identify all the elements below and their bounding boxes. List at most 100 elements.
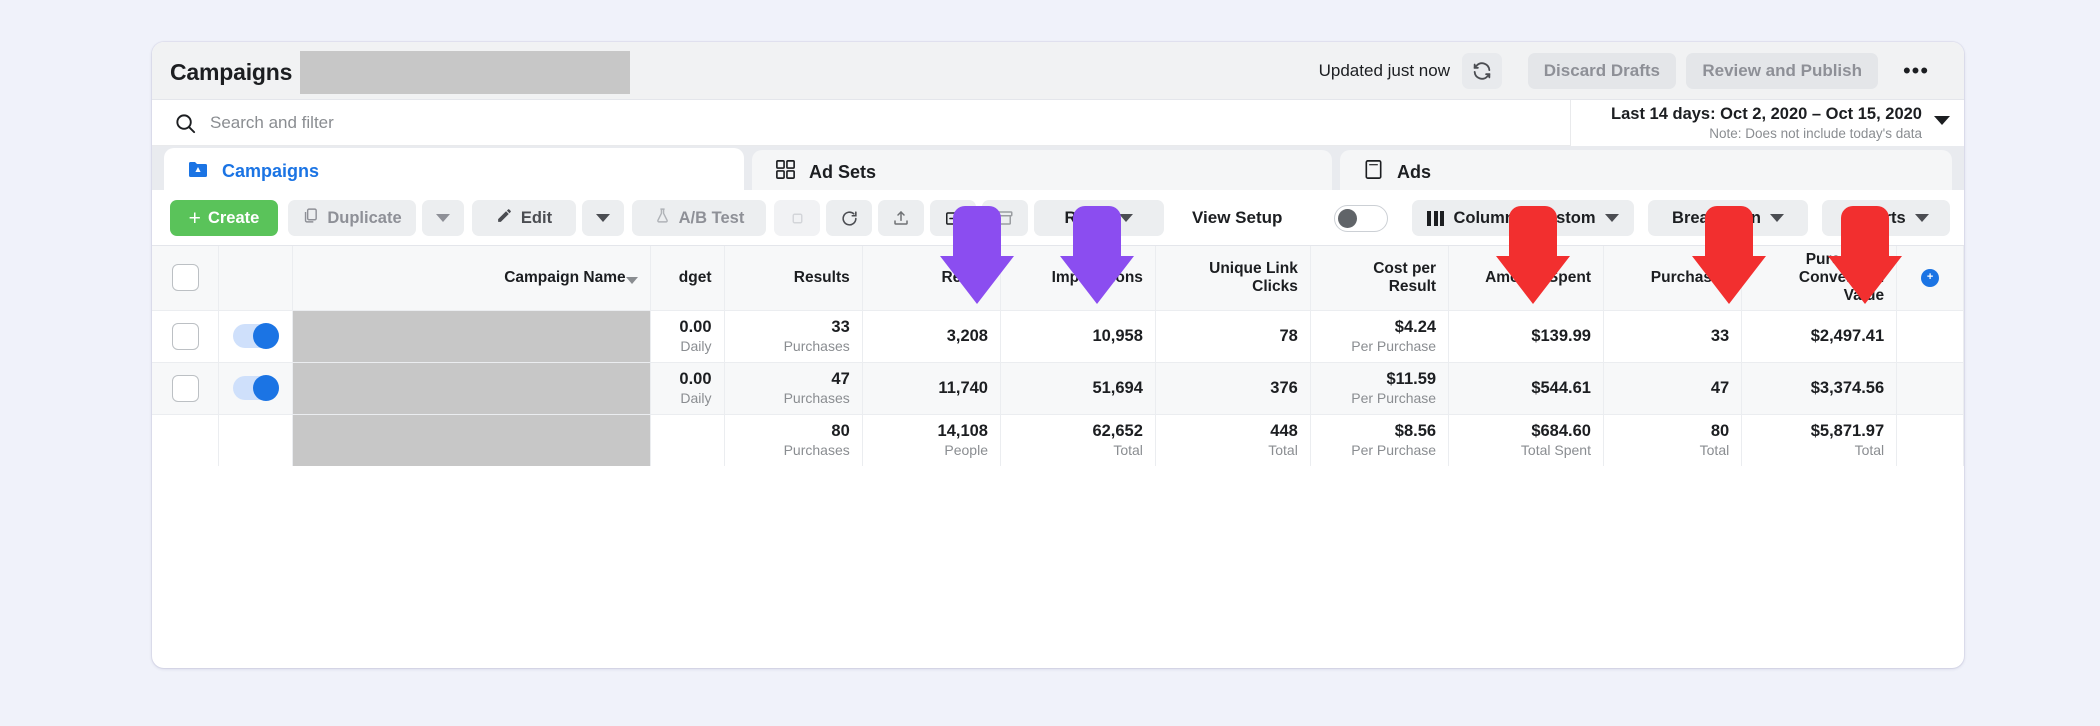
ab-test-button[interactable]: A/B Test <box>632 200 766 236</box>
rules-button[interactable]: Rules <box>1034 200 1164 236</box>
amount-spent-header[interactable]: Amount Spent <box>1448 246 1604 311</box>
refresh-icon[interactable] <box>1462 53 1502 89</box>
unique-link-clicks-cell: 78 <box>1155 310 1311 363</box>
totals-impressions-value: 62,652 <box>1092 421 1143 440</box>
campaign-status-toggle[interactable] <box>232 375 279 401</box>
purchases-cell: 33 <box>1603 310 1743 363</box>
cost-per-result-cell: $4.24 Per Purchase <box>1310 310 1450 363</box>
unique-link-clicks-header[interactable]: Unique Link Clicks <box>1155 246 1311 311</box>
refresh-circle-icon[interactable] <box>826 200 872 236</box>
purchases-conversion-value-cell: $3,374.56 <box>1741 362 1898 415</box>
create-button[interactable]: + Create <box>170 200 278 236</box>
card-header: Campaigns Updated just now Discard Draft… <box>152 42 1964 100</box>
tab-ad-sets-label: Ad Sets <box>809 161 877 182</box>
select-all-checkbox[interactable] <box>171 264 199 292</box>
tab-ads-label: Ads <box>1397 161 1432 182</box>
discard-drafts-button[interactable]: Discard Drafts <box>1527 53 1676 89</box>
export-icon[interactable] <box>878 200 924 236</box>
row-select-cell <box>152 310 220 363</box>
totals-budget-cell <box>650 414 725 466</box>
updated-status: Updated just now <box>1318 61 1450 80</box>
flask-icon <box>654 207 671 229</box>
delete-icon[interactable] <box>774 200 820 236</box>
totals-pcv-value: $5,871.97 <box>1810 421 1885 440</box>
tab-campaigns[interactable]: Campaigns <box>164 148 744 194</box>
more-options-icon[interactable]: ••• <box>1894 53 1938 89</box>
budget-cell: 0.00 Daily <box>650 310 725 363</box>
add-column-icon[interactable]: + <box>1921 268 1940 287</box>
purchases-header[interactable]: Purchases <box>1603 246 1743 311</box>
budget-sublabel: Daily <box>680 389 712 406</box>
table-row[interactable]: 0.00 Daily 33 Purchases 3,208 10,958 78 … <box>152 310 1964 363</box>
campaign-name-cell <box>292 310 651 363</box>
totals-cpr-cell: $8.56 Per Purchase <box>1310 414 1450 466</box>
search-row: Last 14 days: Oct 2, 2020 – Oct 15, 2020… <box>152 100 1964 146</box>
budget-value: 0.00 <box>679 317 712 336</box>
add-column-header[interactable]: + <box>1896 246 1964 311</box>
row-checkbox[interactable] <box>171 322 199 350</box>
amount-spent-cell: $139.99 <box>1448 310 1604 363</box>
edit-dropdown-button[interactable] <box>582 200 624 236</box>
edit-button-label: Edit <box>520 208 553 227</box>
purchases-conversion-value-header[interactable]: Purchases Conversion Value <box>1741 246 1898 311</box>
amount-spent-cell: $544.61 <box>1448 362 1604 415</box>
view-setup-toggle[interactable] <box>1334 205 1388 232</box>
totals-purchases-cell: 80 Total <box>1603 414 1743 466</box>
totals-cpr-value: $8.56 <box>1394 421 1437 440</box>
edit-button[interactable]: Edit <box>472 200 576 236</box>
campaign-name-header[interactable]: Campaign Name <box>292 246 651 311</box>
duplicate-button[interactable]: Duplicate <box>288 200 416 236</box>
totals-pcv-cell: $5,871.97 Total <box>1741 414 1898 466</box>
results-value: 33 <box>831 317 850 336</box>
totals-clicks-sublabel: Total <box>1268 442 1298 459</box>
page-title: Campaigns <box>170 59 293 85</box>
totals-name-cell <box>292 414 651 466</box>
import-icon[interactable] <box>930 200 976 236</box>
budget-value: 0.00 <box>679 369 712 388</box>
table-row[interactable]: 0.00 Daily 47 Purchases 11,740 51,694 37… <box>152 362 1964 415</box>
tab-ad-sets[interactable]: Ad Sets <box>752 150 1332 194</box>
campaign-name-cell <box>292 362 651 415</box>
columns-button-label: Columns: Custom <box>1453 208 1596 227</box>
columns-custom-button[interactable]: Columns: Custom <box>1412 200 1634 236</box>
review-and-publish-button[interactable]: Review and Publish <box>1686 53 1878 89</box>
totals-reach-value: 14,108 <box>937 421 988 440</box>
campaigns-folder-icon <box>186 157 210 186</box>
totals-spent-sublabel: Total Spent <box>1520 442 1591 459</box>
totals-impressions-sublabel: Total <box>1113 442 1143 459</box>
impressions-header[interactable]: Impressions <box>1000 246 1156 311</box>
campaign-name-header-label: Campaign Name <box>504 268 626 286</box>
date-range-selector[interactable]: Last 14 days: Oct 2, 2020 – Oct 15, 2020… <box>1570 100 1964 146</box>
chevron-down-icon <box>1934 116 1950 125</box>
budget-header-label: dget <box>678 268 712 286</box>
impressions-header-label: Impressions <box>1051 268 1143 286</box>
archive-icon[interactable] <box>982 200 1028 236</box>
unique-link-clicks-header-label: Unique Link Clicks <box>1209 259 1298 295</box>
reports-button[interactable]: Reports <box>1822 200 1950 236</box>
totals-results-cell: 80 Purchases <box>724 414 863 466</box>
totals-purchases-value: 80 <box>1710 421 1730 440</box>
search-input[interactable] <box>210 100 1500 146</box>
tab-ads[interactable]: Ads <box>1340 150 1952 194</box>
totals-cpr-sublabel: Per Purchase <box>1351 442 1437 459</box>
totals-pcv-sublabel: Total <box>1854 442 1885 459</box>
breakdown-button[interactable]: Breakdown <box>1648 200 1808 236</box>
chevron-down-icon <box>1769 214 1784 222</box>
totals-results-sublabel: Purchases <box>783 442 850 459</box>
duplicate-dropdown-button[interactable] <box>422 200 464 236</box>
impressions-cell: 10,958 <box>1000 310 1156 363</box>
reach-header[interactable]: Reach <box>862 246 1001 311</box>
budget-header[interactable]: dget <box>650 246 725 311</box>
results-value: 47 <box>831 369 850 388</box>
cost-per-result-header[interactable]: Cost per Result <box>1310 246 1450 311</box>
results-sublabel: Purchases <box>783 337 850 354</box>
results-header[interactable]: Results <box>724 246 863 311</box>
campaign-status-toggle[interactable] <box>232 323 279 349</box>
row-checkbox[interactable] <box>171 374 199 402</box>
ads-page-icon <box>1362 158 1385 186</box>
totals-impressions-cell: 62,652 Total <box>1000 414 1156 466</box>
tab-bar: Campaigns Ad Sets Ads <box>152 146 1964 194</box>
totals-spent-value: $684.60 <box>1531 421 1591 440</box>
select-all-header <box>152 246 220 311</box>
totals-spent-cell: $684.60 Total Spent <box>1448 414 1604 466</box>
